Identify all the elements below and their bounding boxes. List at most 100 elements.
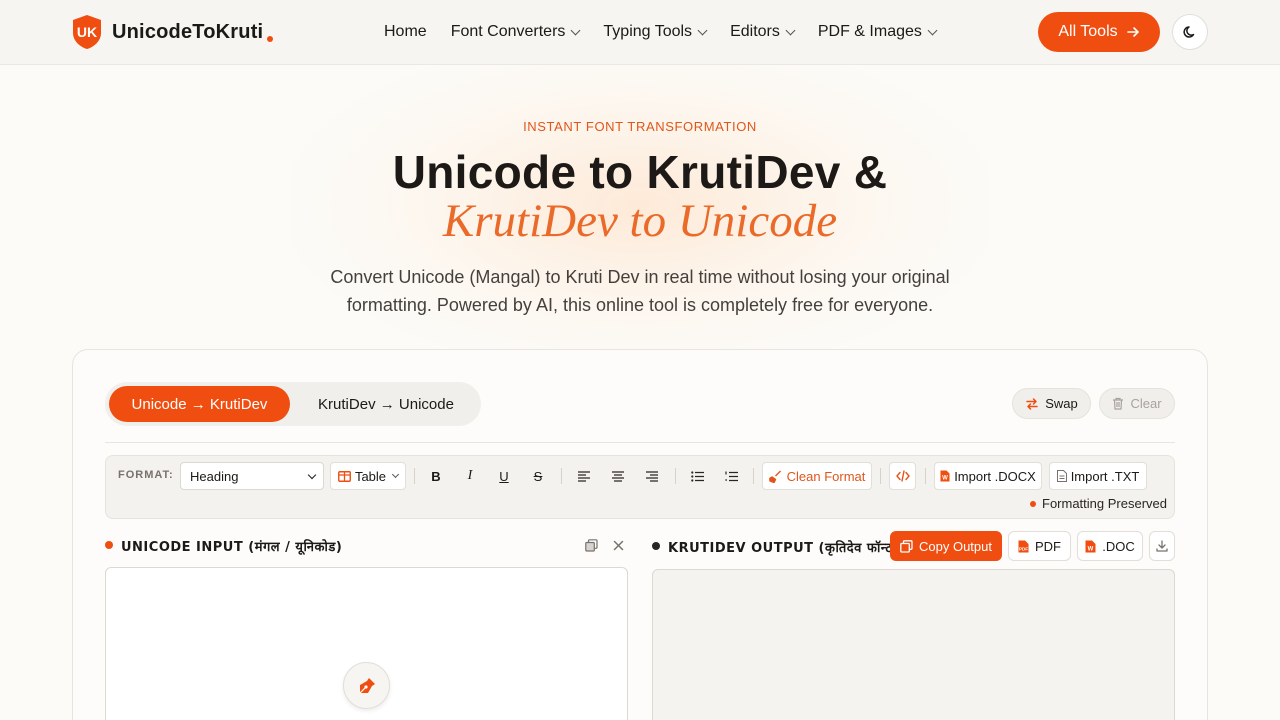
card-divider	[105, 442, 1175, 443]
strikethrough-icon: S	[533, 468, 543, 484]
toolbar-separator	[880, 468, 881, 484]
clear-input-button[interactable]	[611, 538, 625, 552]
swap-label: Swap	[1045, 396, 1078, 411]
copy-icon	[900, 539, 913, 553]
numbered-list-icon	[724, 471, 738, 481]
all-tools-label: All Tools	[1058, 23, 1118, 40]
nav-item-label: PDF & Images	[817, 23, 922, 40]
arrow-right-icon	[1126, 27, 1139, 37]
toolbar-separator	[414, 468, 415, 484]
broom-icon	[768, 470, 781, 483]
close-icon	[613, 540, 623, 550]
underline-button[interactable]: U	[494, 462, 514, 490]
bold-button[interactable]: B	[426, 462, 446, 490]
clear-label: Clear	[1130, 396, 1162, 411]
table-label: Table	[354, 468, 387, 484]
hero-title-line1: Unicode to KrutiDev &	[392, 146, 888, 198]
shield-logo-icon: UK	[73, 15, 101, 49]
align-right-button[interactable]	[642, 462, 662, 490]
output-status-dot	[652, 542, 660, 550]
nav-item-label: Font Converters	[450, 23, 566, 40]
format-select[interactable]: Heading	[180, 462, 324, 490]
main-nav: Home Font Converters Typing Tools Editor…	[384, 22, 960, 42]
copy-input-button[interactable]	[584, 538, 598, 552]
copy-icon	[584, 538, 598, 552]
italic-button[interactable]: I	[460, 462, 480, 490]
nav-item-label: Home	[384, 23, 427, 40]
chevron-down-icon	[927, 25, 938, 35]
top-navigation-bar: UK UnicodeToKruti Home Font Converters T…	[0, 0, 1280, 65]
clear-button[interactable]: Clear	[1099, 388, 1175, 419]
svg-text:W: W	[1088, 546, 1094, 552]
align-right-icon	[646, 470, 658, 482]
input-status-dot	[105, 541, 113, 549]
clean-format-label: Clean Format	[786, 468, 866, 484]
tab-krutidev-to-unicode[interactable]: KrutiDev → Unicode	[296, 386, 476, 422]
all-tools-button[interactable]: All Tools	[1038, 12, 1160, 52]
bullet-list-button[interactable]	[687, 462, 707, 490]
brand-name: UnicodeToKruti	[112, 20, 264, 43]
svg-text:PDF: PDF	[1019, 546, 1028, 551]
pdf-file-icon: PDF	[1018, 540, 1029, 552]
download-icon	[1156, 540, 1168, 552]
format-select-value: Heading	[190, 468, 239, 484]
nav-item-label: Editors	[730, 23, 780, 40]
formatting-status: Formatting Preserved	[1042, 496, 1167, 511]
tab-label: Unicode → KrutiDev	[131, 395, 268, 413]
table-button[interactable]: Table	[330, 462, 406, 490]
swap-button[interactable]: Swap	[1012, 388, 1091, 419]
pen-nib-icon	[359, 677, 375, 693]
download-doc-button[interactable]: W .DOC	[1077, 531, 1143, 561]
chevron-down-icon	[785, 25, 796, 35]
format-label: FORMAT:	[118, 469, 174, 481]
clean-format-button[interactable]: Clean Format	[762, 462, 872, 490]
toolbar-separator	[561, 468, 562, 484]
import-txt-label: Import .TXT	[1070, 468, 1140, 484]
nav-item-editors[interactable]: Editors	[730, 22, 796, 42]
word-file-icon: W	[940, 470, 950, 482]
underline-icon: U	[499, 468, 509, 484]
brand-logo-link[interactable]: UK UnicodeToKruti	[72, 14, 274, 50]
brand-dot	[267, 36, 274, 42]
toolbar-separator	[753, 468, 754, 484]
moon-icon	[1183, 26, 1195, 38]
output-panel-title: KRUTIDEV OUTPUT (कृतिदेव फॉन्ट)	[668, 541, 899, 556]
trash-icon	[1113, 397, 1124, 410]
nav-item-typing-tools[interactable]: Typing Tools	[603, 22, 708, 42]
align-center-button[interactable]	[608, 462, 628, 490]
italic-icon: I	[467, 468, 473, 483]
nav-item-label: Typing Tools	[603, 23, 693, 40]
tab-unicode-to-krutidev[interactable]: Unicode → KrutiDev	[109, 386, 290, 422]
theme-toggle-button[interactable]	[1172, 14, 1208, 50]
code-icon	[895, 470, 910, 482]
table-icon	[338, 470, 351, 482]
copy-output-button[interactable]: Copy Output	[890, 531, 1002, 561]
nav-item-home[interactable]: Home	[384, 22, 427, 42]
hero-subtitle: Convert Unicode (Mangal) to Kruti Dev in…	[330, 267, 950, 315]
hero-eyebrow: INSTANT FONT TRANSFORMATION	[523, 119, 757, 134]
svg-text:W: W	[942, 476, 948, 482]
chevron-down-icon	[307, 470, 317, 480]
bullet-list-icon	[690, 470, 704, 482]
toolbar-separator	[925, 468, 926, 484]
download-button[interactable]	[1149, 531, 1175, 561]
numbered-list-button[interactable]	[721, 462, 741, 490]
strikethrough-button[interactable]: S	[528, 462, 548, 490]
nav-item-pdf-images[interactable]: PDF & Images	[817, 22, 938, 42]
html-code-button[interactable]	[889, 462, 916, 490]
krutidev-output-editor[interactable]	[652, 569, 1175, 720]
status-dot	[1030, 501, 1036, 507]
word-file-icon: W	[1085, 540, 1096, 552]
bold-icon: B	[431, 468, 441, 484]
align-left-button[interactable]	[574, 462, 594, 490]
import-docx-label: Import .DOCX	[954, 468, 1036, 484]
download-pdf-button[interactable]: PDF PDF	[1008, 531, 1071, 561]
handwriting-button[interactable]	[343, 662, 390, 709]
align-left-icon	[578, 470, 590, 482]
nav-item-font-converters[interactable]: Font Converters	[450, 22, 581, 42]
import-docx-button[interactable]: W Import .DOCX	[934, 462, 1042, 490]
logo-letters: UK	[77, 24, 97, 40]
chevron-down-icon	[391, 470, 400, 479]
hero-title-line2: KrutiDev to Unicode	[442, 195, 838, 247]
import-txt-button[interactable]: Import .TXT	[1049, 462, 1147, 490]
